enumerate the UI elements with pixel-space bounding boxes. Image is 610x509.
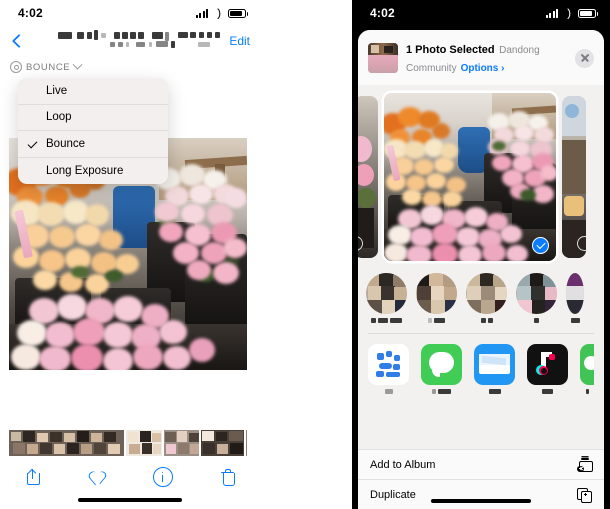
contact-name-blurred (416, 318, 457, 324)
page-title-blurred (30, 29, 223, 53)
left-phone-panel: 4:02 Edit BOUNCE Live Loop Bounce Long E… (0, 0, 260, 509)
left-nav-bar: Edit (0, 26, 260, 56)
menu-item-label: Live (46, 84, 68, 97)
left-status-bar: 4:02 (0, 0, 260, 26)
app-item-airdrop[interactable] (368, 343, 409, 395)
thumbnail-item[interactable] (126, 430, 162, 456)
menu-item-loop[interactable]: Loop (18, 105, 168, 131)
menu-item-live[interactable]: Live (18, 78, 168, 105)
home-indicator (431, 499, 531, 503)
share-sheet: 1 Photo Selected Dandong Community Option… (358, 30, 604, 509)
app-name-blurred (368, 388, 409, 395)
live-photo-icon (10, 61, 22, 73)
cellular-bars-icon (195, 8, 208, 18)
contact-item[interactable] (566, 273, 584, 324)
messages-icon (421, 343, 462, 385)
thumbnail-item[interactable] (163, 430, 199, 456)
avatar (516, 273, 557, 314)
screenshot-stage: 4:02 Edit BOUNCE Live Loop Bounce Long E… (0, 0, 610, 509)
live-mode-label: BOUNCE (26, 61, 71, 73)
status-bar-time: 4:02 (370, 6, 395, 20)
heart-icon[interactable] (88, 467, 108, 487)
contact-item[interactable] (466, 273, 507, 324)
app-item-wechat[interactable] (580, 343, 594, 395)
contact-name-blurred (466, 318, 507, 324)
menu-item-bounce[interactable]: Bounce (18, 131, 168, 158)
cellular-bars-icon (545, 8, 558, 18)
photo-thumbnail-strip[interactable] (9, 430, 247, 456)
right-status-bar: 4:02 (352, 0, 610, 26)
action-row-duplicate[interactable]: Duplicate (358, 479, 604, 509)
contact-item[interactable] (516, 273, 557, 324)
floral-photo-content (384, 92, 556, 261)
status-bar-indicators (545, 8, 598, 20)
mail-icon (474, 343, 515, 385)
menu-item-label: Bounce (46, 137, 86, 150)
left-bottom-toolbar (0, 462, 260, 492)
carousel-photo-selected[interactable] (384, 92, 556, 261)
app-name-blurred (421, 388, 462, 395)
checkmark-circle-icon[interactable] (532, 236, 549, 254)
live-mode-dropdown-menu[interactable]: Live Loop Bounce Long Exposure (18, 78, 168, 184)
status-bar-time: 4:02 (18, 6, 43, 20)
avatar (366, 273, 407, 314)
thumbnail-item[interactable] (246, 430, 247, 456)
avatar (416, 273, 457, 314)
app-item-tiktok[interactable] (527, 343, 568, 395)
battery-icon (578, 8, 598, 18)
add-to-album-icon (575, 456, 593, 473)
app-name-blurred (527, 388, 568, 395)
close-icon[interactable] (575, 48, 594, 68)
share-icon[interactable] (23, 467, 43, 487)
contact-name-blurred (366, 318, 407, 324)
carousel-photo-previous[interactable] (358, 95, 378, 258)
action-label: Duplicate (370, 488, 416, 501)
wifi-icon (562, 8, 574, 20)
duplicate-icon (575, 486, 592, 503)
live-photo-mode-row[interactable]: BOUNCE (0, 56, 260, 78)
trash-icon[interactable] (218, 467, 238, 487)
contact-name-blurred (566, 318, 584, 324)
home-indicator (78, 498, 182, 502)
thumbnail-item[interactable] (200, 430, 245, 456)
chevron-down-icon[interactable] (72, 59, 83, 70)
app-name-blurred (580, 388, 594, 395)
wifi-icon (212, 8, 224, 20)
action-row-add-to-album[interactable]: Add to Album (358, 449, 604, 479)
contact-item[interactable] (416, 273, 457, 324)
app-item-messages[interactable] (421, 343, 462, 395)
app-name-blurred (474, 388, 515, 395)
apps-share-row[interactable] (358, 334, 604, 401)
status-bar-indicators (195, 8, 248, 20)
info-icon[interactable] (152, 467, 173, 487)
avatar (566, 273, 584, 314)
avatar (466, 273, 507, 314)
back-chevron-icon[interactable] (10, 34, 24, 48)
edit-button[interactable]: Edit (229, 34, 250, 48)
share-sheet-text-group: 1 Photo Selected Dandong Community Option… (406, 40, 567, 76)
contact-item[interactable] (366, 273, 407, 324)
app-item-mail[interactable] (474, 343, 515, 395)
options-button[interactable]: Options › (461, 63, 505, 74)
contacts-share-row[interactable] (358, 263, 604, 328)
checkmark-icon (27, 138, 38, 149)
tiktok-icon (527, 343, 568, 385)
selection-title: 1 Photo Selected (406, 44, 495, 56)
menu-item-long-exposure[interactable]: Long Exposure (18, 158, 168, 185)
thumbnail-item[interactable] (9, 430, 125, 456)
menu-item-label: Loop (46, 111, 72, 124)
wechat-icon (580, 343, 594, 385)
carousel-photo-next[interactable] (562, 95, 586, 258)
airdrop-icon (368, 343, 409, 385)
photo-carousel[interactable] (358, 85, 604, 263)
action-label: Add to Album (370, 458, 436, 471)
menu-item-label: Long Exposure (46, 164, 124, 177)
contact-name-blurred (516, 318, 557, 324)
battery-icon (228, 8, 248, 18)
right-phone-panel: 4:02 1 Photo Selected Dandong Community … (352, 0, 610, 509)
share-sheet-header: 1 Photo Selected Dandong Community Option… (358, 30, 604, 85)
selected-photo-thumbnail (368, 43, 398, 73)
